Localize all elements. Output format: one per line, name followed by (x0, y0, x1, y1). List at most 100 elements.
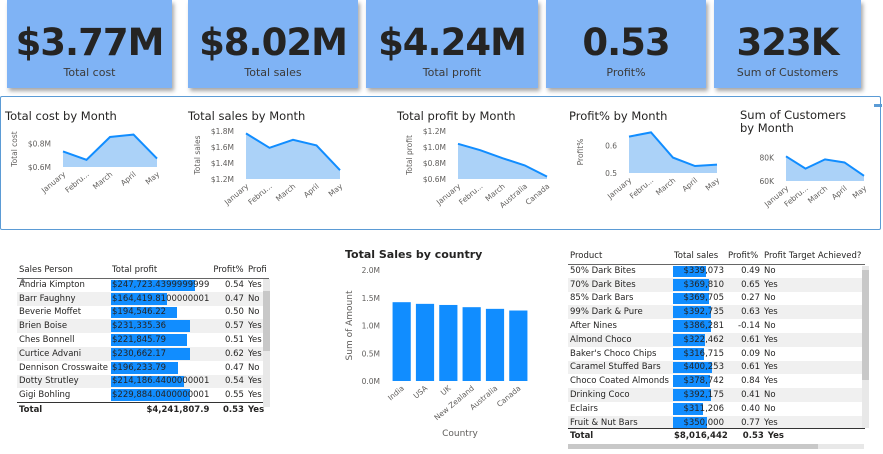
table-row[interactable]: Barr Faughny $164,419.8100000001 0.47 No (17, 291, 269, 306)
col-header-profit-pct[interactable]: Profit% (211, 262, 246, 279)
cell-sales-person: Dennison Crosswaite (19, 362, 109, 373)
kpi-card-total-sales[interactable]: $8.02M Total sales (188, 0, 358, 88)
vertical-scrollbar[interactable] (263, 279, 270, 407)
cell-product: 70% Dark Bites (568, 277, 672, 292)
cell-total-sales: $392,735 (672, 305, 726, 320)
y-axis-label: Total sales (193, 135, 202, 175)
cell-total-profit: $231,335.36 (110, 319, 212, 334)
cell-sales-person: Curtice Advani (17, 346, 111, 361)
kpi-value: $8.02M (199, 21, 348, 64)
vertical-scrollbar[interactable] (862, 266, 869, 428)
cell-value: $322,462 (683, 334, 724, 345)
scrollbar-thumb[interactable] (862, 270, 869, 380)
table-row[interactable]: Dennison Crosswaite $196,233.79 0.47 No (17, 361, 269, 375)
chart-profit-pct-by-month[interactable]: Profit% by Month 0.6 0.5 Profit% January Feb… (567, 97, 732, 227)
cell-profit-pct: 0.63 (726, 305, 762, 320)
cell-profit-pct: 0.62 (211, 346, 246, 361)
kpi-card-profit-pct[interactable]: 0.53 Profit% (546, 0, 706, 88)
sort-arrow-icon[interactable]: ▲ (20, 276, 25, 284)
product-table[interactable]: Product Total sales Profit% Profit Targe… (568, 248, 870, 444)
table-row[interactable]: 85% Dark Bars $369,705 0.27 No (568, 292, 865, 306)
table-row[interactable]: Dotty Strutley $214,186.4400000001 0.54 Yes (17, 374, 269, 389)
bar-usa[interactable] (415, 303, 435, 381)
cell-total-sales: $378,742 (672, 374, 726, 388)
cell-total-sales: $339,073 (672, 264, 726, 278)
cell-value: $230,662.17 (112, 348, 167, 359)
chart-canvas: $1.2M $1.0M $0.8M $0.6M Total profit JanuaryF… (405, 127, 551, 210)
chart-total-profit-by-month[interactable]: Total profit by Month $1.2M $1.0M $0.8M $0.… (395, 97, 570, 227)
table-row[interactable]: Beverie Moffet $194,546.22 0.50 No (17, 306, 269, 320)
bar-australia[interactable] (485, 308, 505, 381)
col-header-profit-pct[interactable]: Profit% (726, 248, 762, 265)
table-row[interactable]: Brien Boise $231,335.36 0.57 Yes (17, 319, 269, 334)
bar-india[interactable] (392, 302, 411, 381)
table-row[interactable]: Caramel Stuffed Bars $400,253 0.61 Yes (568, 360, 865, 375)
col-header-target-achieved[interactable]: Profit Target Achieved? (762, 248, 865, 265)
cell-total-sales: $316,715 (672, 347, 726, 361)
table-row[interactable]: Andria Kimpton $247,723.4399999999 0.54 Yes (17, 278, 269, 292)
cell-target-achieved: Yes (762, 332, 865, 347)
table-row[interactable]: Drinking Coco $392,175 0.41 No (568, 388, 865, 402)
table-row[interactable]: Ches Bonnell $221,845.79 0.51 Yes (17, 333, 269, 347)
cell-profit-pct: 0.49 (741, 266, 760, 277)
table-row[interactable]: Gigi Bohling $229,884.0400000001 0.55 Yes (17, 388, 269, 402)
table-row[interactable]: Eclairs $311,206 0.40 No (568, 402, 865, 416)
cell-sales-person: Ches Bonnell (19, 335, 75, 346)
table-row[interactable]: Baker's Choco Chips $316,715 0.09 No (568, 347, 865, 361)
cell-sales-person: Gigi Bohling (19, 390, 71, 401)
horizontal-scrollbar[interactable] (568, 444, 864, 449)
total-pct: 0.53 (729, 428, 766, 444)
table-row[interactable]: Curtice Advani $230,662.17 0.62 Yes (17, 346, 269, 361)
x-tick-label: March (274, 181, 297, 203)
x-tick-label: January (222, 181, 251, 207)
table-row[interactable]: Choco Coated Almonds $378,742 0.84 Yes (568, 374, 865, 388)
table-row[interactable]: 50% Dark Bites $339,073 0.49 No (568, 264, 865, 278)
kpi-card-customers[interactable]: 323K Sum of Customers (714, 0, 861, 88)
col-header-total-sales[interactable]: Total sales (672, 248, 726, 265)
scrollbar-thumb[interactable] (568, 444, 818, 449)
cell-value: $386,281 (683, 321, 724, 332)
bar-canada[interactable] (509, 310, 528, 381)
chart-total-sales-by-country[interactable]: Total Sales by country 2.0M 1.5M 1.0M 0.5M 0… (340, 246, 545, 446)
x-tick-label: Canada (495, 384, 523, 409)
bar-new-zealand[interactable] (462, 307, 481, 381)
table-row[interactable]: After Nines $386,281 -0.14 No (568, 319, 865, 333)
table-row[interactable]: Almond Choco $322,462 0.61 Yes (568, 332, 865, 347)
cell-product: Choco Coated Almonds (570, 376, 669, 387)
y-tick-label: $1.2M (423, 127, 446, 136)
scrollbar-thumb[interactable] (263, 291, 270, 351)
col-header-total-profit[interactable]: Total profit (110, 262, 212, 279)
bar-uk[interactable] (439, 304, 458, 381)
chart-customers-by-month[interactable]: Sum of Customers by Month 80K 60K January F… (738, 97, 878, 227)
x-tick-label: Febru... (628, 176, 655, 201)
cell-profit-pct: 0.65 (726, 277, 762, 292)
kpi-label: Total profit (422, 66, 482, 79)
kpi-card-total-profit[interactable]: $4.24M Total profit (366, 0, 538, 88)
kpi-card-total-cost[interactable]: $3.77M Total cost (7, 0, 172, 88)
chart-total-sales-by-month[interactable]: Total sales by Month $1.8M $1.6M $1.4M $1.2… (188, 97, 363, 227)
cell-total-sales: $369,810 (672, 277, 726, 292)
y-tick-label: $1.6M (211, 143, 234, 152)
kpi-value: $4.24M (378, 21, 527, 64)
cell-total-profit: $196,233.79 (110, 361, 211, 375)
cell-target-achieved: Yes (762, 277, 865, 292)
cell-product: After Nines (570, 321, 617, 332)
x-axis-label: Country (442, 429, 478, 439)
x-tick-label: May (851, 183, 869, 200)
more-options-icon[interactable] (874, 104, 882, 107)
table-row[interactable]: 99% Dark & Pure $392,735 0.63 Yes (568, 305, 865, 320)
chart-total-cost-by-month[interactable]: Total cost by Month $0.8M $0.6M Total cost… (5, 97, 180, 227)
table-row[interactable]: 70% Dark Bites $369,810 0.65 Yes (568, 277, 865, 292)
table-total-row: Total $4,241,807.9 0.53 Yes (17, 401, 269, 418)
col-header-profit-achieved[interactable]: Profi (245, 262, 269, 279)
col-header-sales-person[interactable]: Sales Person (17, 262, 111, 279)
cell-profit-pct: 0.54 (211, 374, 246, 389)
col-header-product[interactable]: Product (568, 248, 672, 265)
cell-target-achieved: No (764, 403, 776, 414)
kpi-value: $3.77M (15, 21, 165, 64)
sales-person-table[interactable]: Sales Person Total profit Profit% Profi … (17, 262, 271, 425)
kpi-label: Total cost (63, 66, 116, 79)
cell-value: $369,810 (683, 279, 724, 290)
cell-target-achieved: Yes (764, 376, 778, 387)
x-tick-label: January (39, 169, 68, 195)
